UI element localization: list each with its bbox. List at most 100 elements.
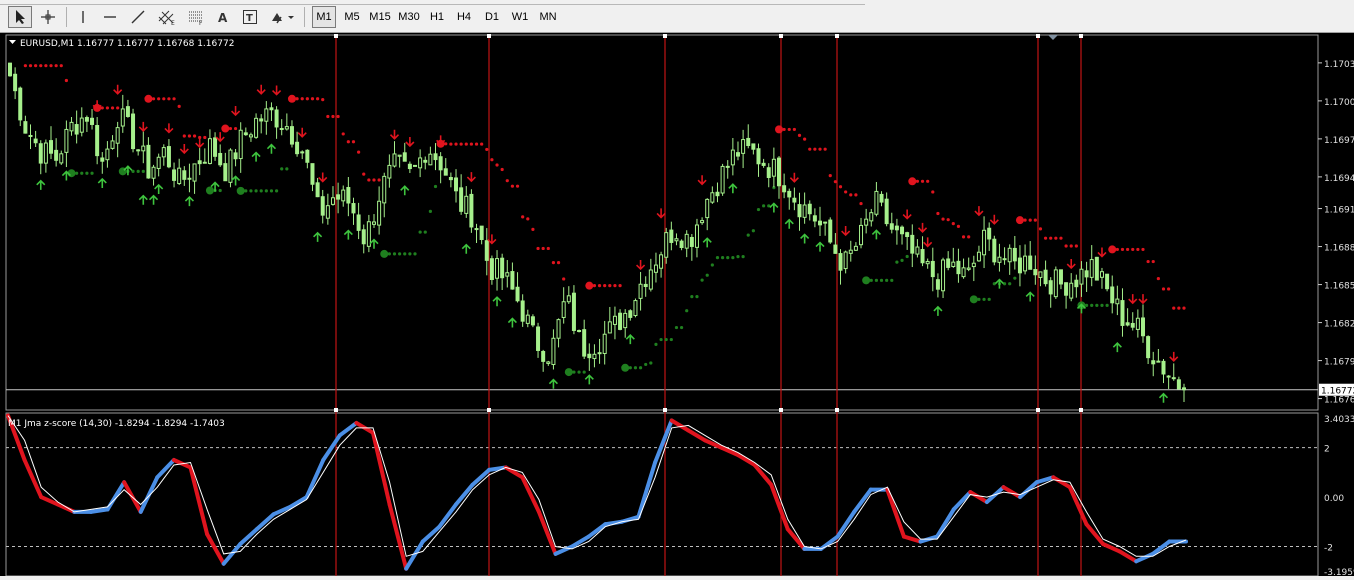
candle-bear xyxy=(1028,255,1033,270)
candle-bear xyxy=(1120,300,1125,326)
horizontal-line-icon xyxy=(104,16,116,18)
candle-bear xyxy=(930,260,935,278)
text-tool-button[interactable]: A xyxy=(212,6,234,28)
trendline-icon xyxy=(131,10,145,24)
resistance-dot xyxy=(613,284,617,288)
support-dot xyxy=(398,252,402,256)
zscore-signal-line xyxy=(7,415,1187,557)
timeframe-mn-button[interactable]: MN xyxy=(536,6,560,28)
sell-arrow-icon xyxy=(974,206,984,217)
arrows-tool-button[interactable] xyxy=(266,6,298,28)
candle-bear xyxy=(879,193,884,203)
resistance-dot xyxy=(105,106,110,110)
resistance-dot xyxy=(1059,236,1063,240)
resistance-dot xyxy=(469,142,473,146)
buy-arrow-icon xyxy=(36,179,46,190)
resistance-dot xyxy=(915,179,920,183)
resistance-dot xyxy=(54,64,58,68)
sell-arrow-icon xyxy=(297,127,307,138)
candle-bear xyxy=(423,159,428,163)
candle-bear xyxy=(910,234,915,254)
support-dot xyxy=(879,278,884,282)
candle-bear xyxy=(356,214,361,231)
timeframe-h1-button[interactable]: H1 xyxy=(426,6,448,28)
fibonacci-tool-button[interactable]: F xyxy=(184,6,208,28)
candle-bull xyxy=(79,117,84,133)
vertical-line-tool-button[interactable] xyxy=(72,6,94,28)
vertical-line-bottom-marker xyxy=(1079,408,1083,412)
resistance-dot xyxy=(116,106,120,110)
candle-bull xyxy=(1038,271,1043,278)
resistance-dot xyxy=(828,174,832,178)
resistance-dot xyxy=(295,97,299,101)
resistance-dot xyxy=(64,78,68,83)
support-dot xyxy=(731,256,735,260)
resistance-dot xyxy=(926,179,930,183)
crosshair-tool-button[interactable] xyxy=(36,6,60,28)
resistance-dot xyxy=(1182,306,1186,310)
chart-menu-triangle-icon[interactable] xyxy=(9,40,16,44)
support-dot xyxy=(582,370,586,374)
candle-bull xyxy=(418,157,423,169)
timeframe-m1-button[interactable]: M1 xyxy=(312,6,336,28)
resistance-dot xyxy=(480,142,484,146)
resistance-dot xyxy=(1156,276,1160,281)
timeframe-m30-button[interactable]: M30 xyxy=(396,6,422,28)
candle-bear xyxy=(197,160,202,165)
candle-bear xyxy=(407,163,412,170)
candle-bull xyxy=(397,154,402,157)
timeframe-m15-button[interactable]: M15 xyxy=(366,6,394,28)
timeframe-d1-button[interactable]: D1 xyxy=(480,6,504,28)
cursor-tool-button[interactable] xyxy=(8,6,32,28)
chart-canvas[interactable]: 1.17030 1.17000 1.16970 1.16940 1.16915 1.168… xyxy=(0,33,1354,578)
resistance-dot xyxy=(859,201,863,206)
candle-bull xyxy=(428,153,433,166)
candle-bear xyxy=(1105,273,1110,290)
vertical-line-top-marker xyxy=(1036,34,1040,38)
timeframe-h4-button[interactable]: H4 xyxy=(452,6,476,28)
zscore-rising-segment xyxy=(653,418,674,465)
resistance-dot xyxy=(808,147,812,151)
candle-bull xyxy=(1069,282,1074,299)
trendline-tool-button[interactable] xyxy=(126,6,150,28)
candle-bear xyxy=(679,240,684,249)
resistance-dot xyxy=(956,224,961,228)
resistance-dot xyxy=(172,97,176,101)
equidistant-channel-tool-button[interactable]: E xyxy=(154,6,180,28)
zscore-falling-segment xyxy=(205,532,226,566)
resistance-dot xyxy=(521,215,525,219)
support-dot xyxy=(756,207,761,212)
sell-arrow-icon xyxy=(917,222,928,233)
buy-arrow-icon xyxy=(313,231,323,242)
resistance-dot xyxy=(1015,216,1024,225)
candle-bear xyxy=(628,310,633,318)
horizontal-line-tool-button[interactable] xyxy=(98,6,122,28)
zscore-rising-segment xyxy=(105,480,127,512)
timeframe-m5-button[interactable]: M5 xyxy=(340,6,364,28)
svg-text:A: A xyxy=(218,11,228,25)
zscore-rising-segment xyxy=(1018,480,1039,500)
buy-arrow-icon xyxy=(994,278,1005,289)
resistance-dot xyxy=(1064,244,1068,248)
resistance-dot xyxy=(1069,244,1073,248)
candle-bear xyxy=(1140,317,1145,337)
resistance-dot xyxy=(510,184,515,188)
candle-bear xyxy=(735,152,740,157)
timeframe-w1-button[interactable]: W1 xyxy=(508,6,532,28)
price-axis-label: 1.16855 xyxy=(1324,282,1354,292)
support-dot xyxy=(721,256,725,260)
candle-bear xyxy=(1146,336,1151,359)
candle-bear xyxy=(838,253,843,271)
resistance-dot xyxy=(541,246,545,251)
support-dot xyxy=(695,295,699,299)
support-dot xyxy=(690,295,694,299)
support-dot xyxy=(408,252,412,256)
sell-arrow-icon xyxy=(1128,294,1138,305)
chart-window[interactable]: 1.17030 1.17000 1.16970 1.16940 1.16915 1.168… xyxy=(0,33,1354,578)
price-axis-label: 1.16885 xyxy=(1324,244,1354,254)
candle-bear xyxy=(571,292,576,331)
candle-bull xyxy=(151,166,156,179)
candle-bull xyxy=(161,147,166,158)
text-label-tool-button[interactable]: T xyxy=(238,6,262,28)
support-dot xyxy=(644,362,648,367)
